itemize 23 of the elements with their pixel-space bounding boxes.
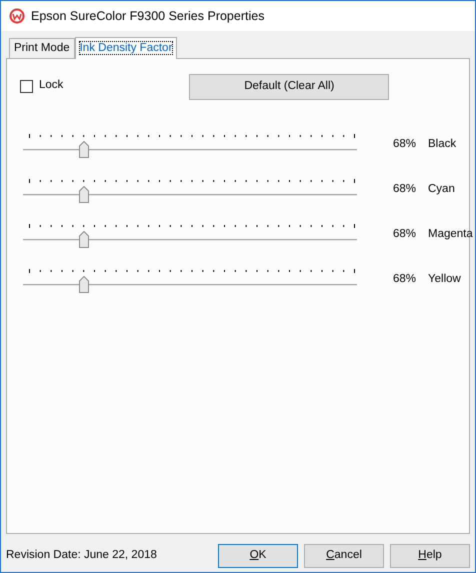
slider-thumb[interactable] [79,230,90,248]
lock-checkbox[interactable] [20,80,33,92]
tab[interactable]: Print Mode [9,38,75,58]
dialog-button[interactable]: OK [218,544,298,568]
ink-name: Yellow [428,272,461,287]
window-title: Epson SureColor F9300 Series Properties [31,8,264,25]
slider-thumb[interactable] [79,186,90,202]
ink-name: Cyan [428,182,455,197]
dialog-button[interactable]: Cancel [304,544,384,568]
slider-thumb[interactable] [79,140,90,158]
revision-date: Revision Date: June 22, 2018 [6,548,157,564]
lock-label: Lock [39,78,64,94]
percent-reading: 68% [392,226,416,242]
slider-thumb[interactable] [79,276,90,292]
default-button[interactable]: Default (Clear All) [189,74,390,100]
ink-name: Magenta [428,226,473,242]
percent-reading: 68% [392,182,416,197]
percent-reading: 68% [392,136,416,152]
app-icon [9,8,25,24]
dialog-button[interactable]: Help [390,544,470,568]
tab[interactable]: Ink Density Factor [74,37,178,59]
ink-name: Black [428,136,456,152]
percent-reading: 68% [392,272,416,287]
